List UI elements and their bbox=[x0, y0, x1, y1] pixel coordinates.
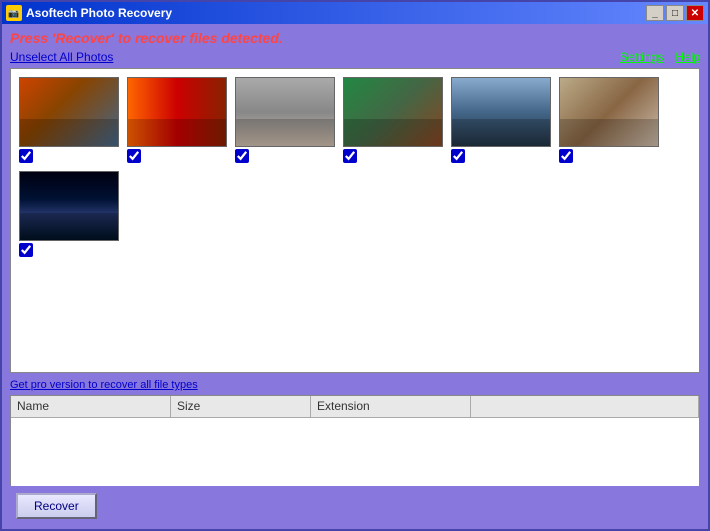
recover-button[interactable]: Recover bbox=[16, 493, 97, 519]
pro-version-link[interactable]: Get pro version to recover all file type… bbox=[10, 379, 198, 391]
settings-link[interactable]: Settings bbox=[620, 50, 663, 64]
photo-thumbnail bbox=[235, 77, 335, 147]
photo-checkbox[interactable] bbox=[19, 149, 33, 163]
minimize-button[interactable]: _ bbox=[646, 5, 664, 21]
window-title: Asoftech Photo Recovery bbox=[26, 6, 646, 20]
bottom-bar: Recover bbox=[10, 489, 700, 523]
photo-checkbox[interactable] bbox=[127, 149, 141, 163]
table-body bbox=[11, 418, 699, 486]
table-section: Name Size Extension bbox=[10, 395, 700, 485]
main-content: Press 'Recover' to recover files detecte… bbox=[2, 24, 708, 529]
title-buttons: _ □ ✕ bbox=[646, 5, 704, 21]
maximize-button[interactable]: □ bbox=[666, 5, 684, 21]
close-button[interactable]: ✕ bbox=[686, 5, 704, 21]
unselect-all-button[interactable]: Unselect All Photos bbox=[10, 50, 113, 64]
table-col-extra bbox=[471, 396, 699, 417]
photo-checkbox[interactable] bbox=[343, 149, 357, 163]
photo-checkbox[interactable] bbox=[19, 243, 33, 257]
photo-checkbox[interactable] bbox=[559, 149, 573, 163]
list-item bbox=[235, 77, 335, 163]
photo-grid bbox=[11, 69, 699, 265]
table-col-size: Size bbox=[171, 396, 311, 417]
help-link[interactable]: Help bbox=[675, 50, 700, 64]
table-header: Name Size Extension bbox=[11, 396, 699, 418]
photo-thumbnail bbox=[343, 77, 443, 147]
press-recover-text: Press 'Recover' to recover files detecte… bbox=[10, 30, 283, 46]
app-icon: 📷 bbox=[6, 5, 22, 21]
photo-thumbnail bbox=[559, 77, 659, 147]
photo-thumbnail bbox=[19, 171, 119, 241]
title-bar: 📷 Asoftech Photo Recovery _ □ ✕ bbox=[2, 2, 708, 24]
photo-checkbox[interactable] bbox=[451, 149, 465, 163]
list-item bbox=[343, 77, 443, 163]
pro-link-row: Get pro version to recover all file type… bbox=[10, 377, 700, 391]
main-window: 📷 Asoftech Photo Recovery _ □ ✕ Press 'R… bbox=[0, 0, 710, 531]
photo-thumbnail bbox=[19, 77, 119, 147]
list-item bbox=[559, 77, 659, 163]
list-item bbox=[127, 77, 227, 163]
photo-thumbnail bbox=[451, 77, 551, 147]
table-col-extension: Extension bbox=[311, 396, 471, 417]
list-item bbox=[451, 77, 551, 163]
header-row: Press 'Recover' to recover files detecte… bbox=[10, 30, 700, 46]
photo-thumbnail bbox=[127, 77, 227, 147]
sub-row: Unselect All Photos Settings Help bbox=[10, 50, 700, 64]
list-item bbox=[19, 77, 119, 163]
photo-checkbox[interactable] bbox=[235, 149, 249, 163]
top-links: Settings Help bbox=[620, 50, 700, 64]
photo-grid-container[interactable] bbox=[10, 68, 700, 373]
table-col-name: Name bbox=[11, 396, 171, 417]
list-item bbox=[19, 171, 119, 257]
